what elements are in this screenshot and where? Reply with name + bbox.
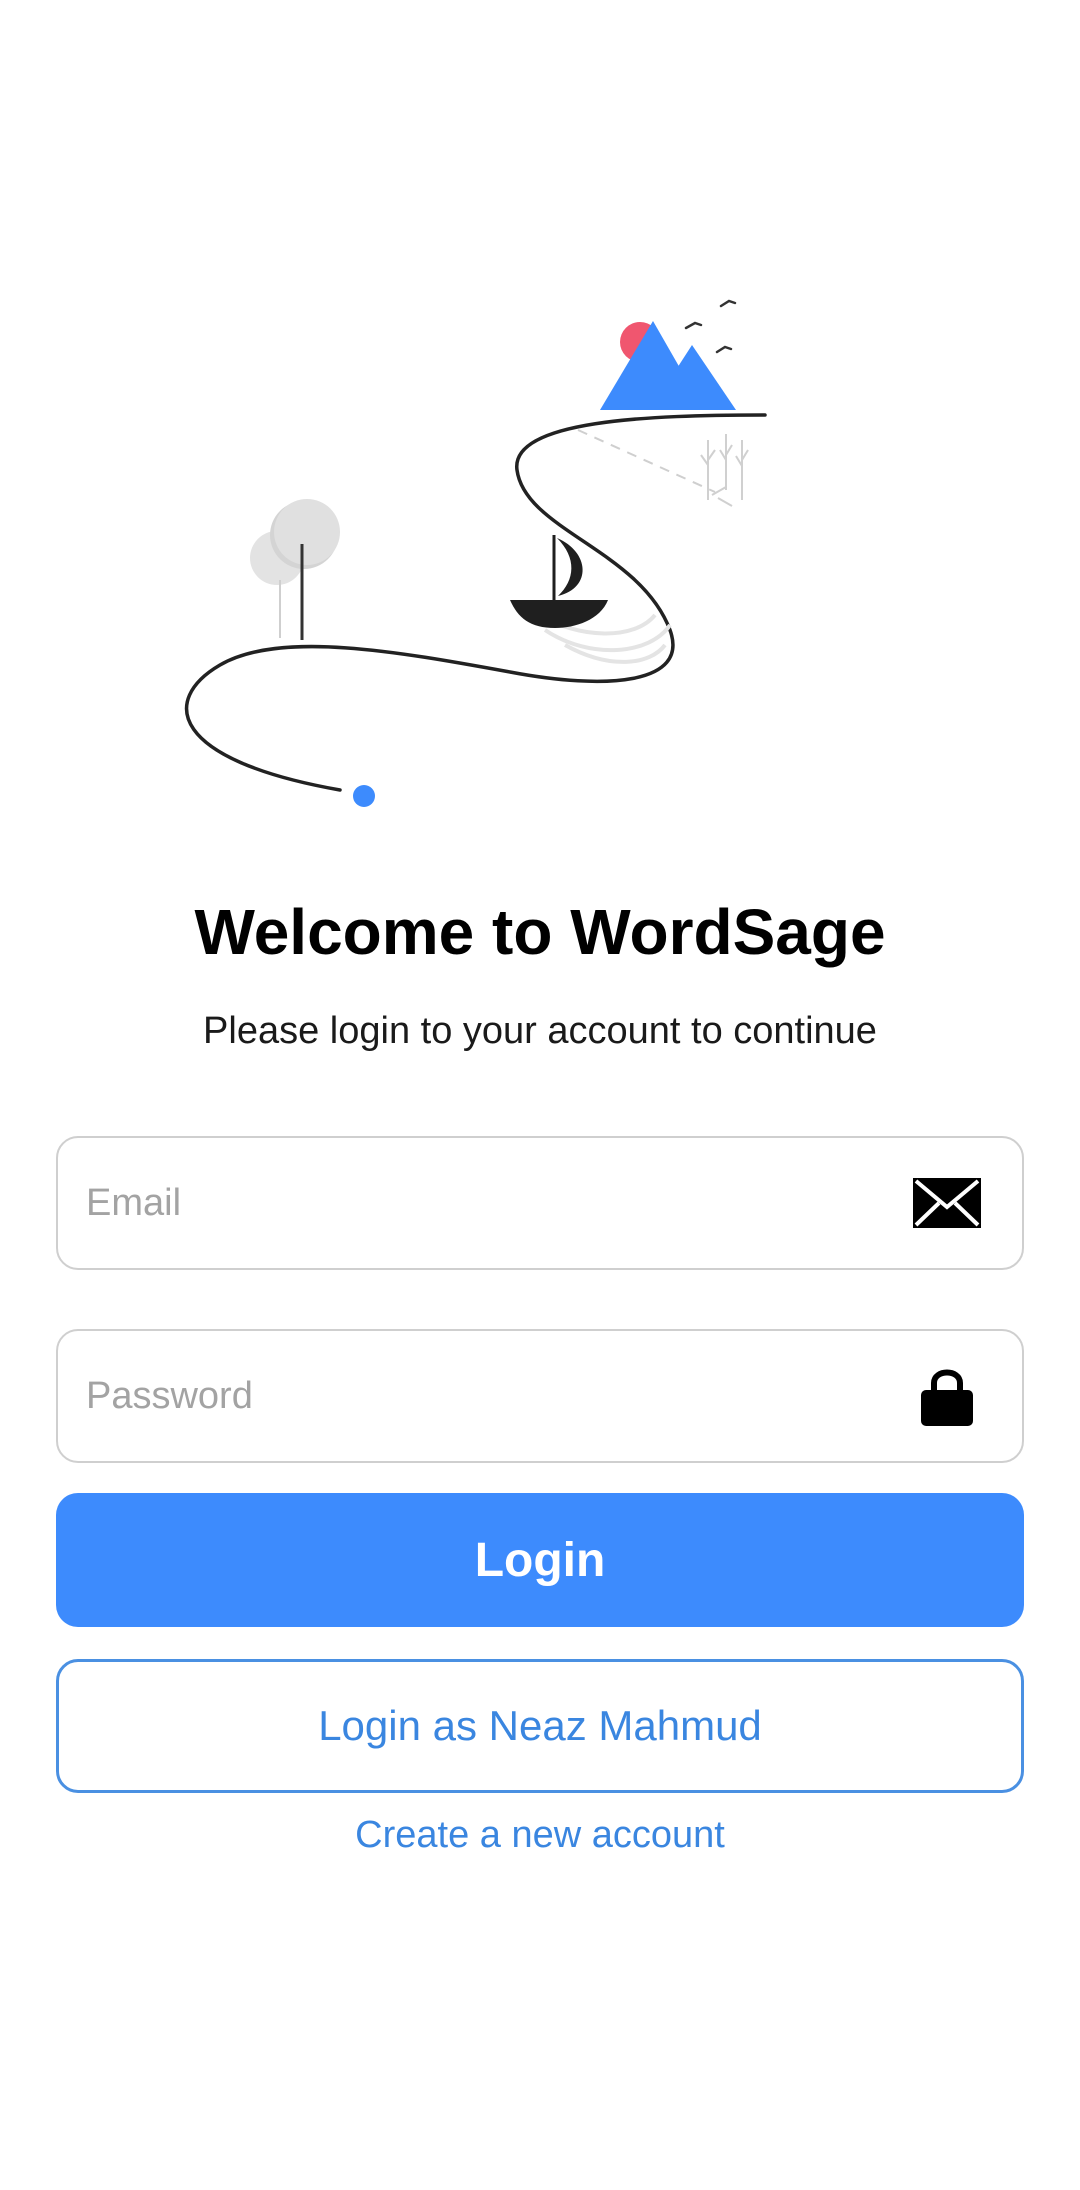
lock-icon xyxy=(912,1363,982,1429)
dashed-line xyxy=(577,429,716,493)
path-end-dot xyxy=(353,785,375,807)
page-subtitle: Please login to your account to continue xyxy=(203,1010,877,1052)
password-field[interactable] xyxy=(56,1329,1024,1463)
envelope-icon xyxy=(912,1170,982,1236)
email-input[interactable] xyxy=(86,1138,906,1268)
winding-path xyxy=(184,413,767,792)
login-button[interactable]: Login xyxy=(56,1493,1024,1627)
password-input[interactable] xyxy=(86,1331,906,1461)
round-trees-icon xyxy=(250,499,340,640)
page-title: Welcome to WordSage xyxy=(194,896,886,968)
birds-icon xyxy=(684,299,737,354)
welcome-illustration xyxy=(184,299,767,807)
thin-trees-icon xyxy=(700,434,749,507)
login-as-user-button[interactable]: Login as Neaz Mahmud xyxy=(56,1659,1024,1793)
create-account-link[interactable]: Create a new account xyxy=(0,1810,1080,1860)
mountains-icon xyxy=(600,321,736,410)
email-field[interactable] xyxy=(56,1136,1024,1270)
